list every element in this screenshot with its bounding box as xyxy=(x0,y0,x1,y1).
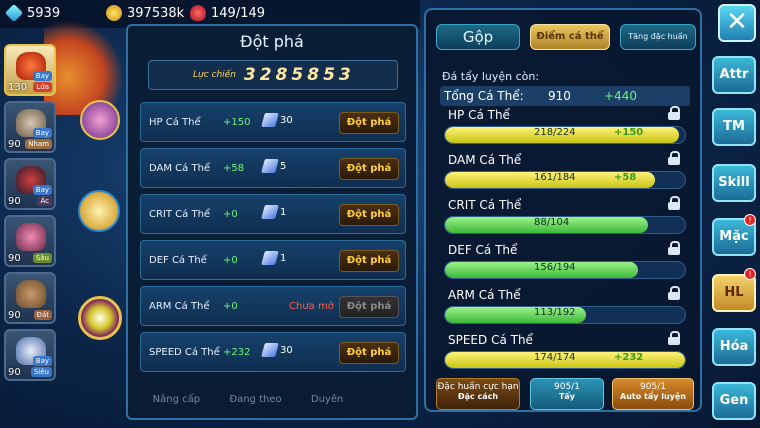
lock-icon[interactable] xyxy=(668,331,680,345)
stat-bar-speed: SPEED Cá Thể 174/174 +232 xyxy=(444,331,690,377)
stone-icon xyxy=(261,343,279,357)
total-individual: Tổng Cá Thể: 910 +440 xyxy=(440,86,690,106)
team-slot-3[interactable]: 90 Bay Ác xyxy=(4,158,56,210)
tab-special-training[interactable]: Tăng đặc huấn xyxy=(620,24,696,50)
lock-bag-icon[interactable] xyxy=(78,190,120,232)
lock-icon[interactable] xyxy=(668,241,680,255)
close-button[interactable]: ✕ xyxy=(718,4,756,42)
refine-button[interactable]: 905/1 Tẩy xyxy=(530,378,604,410)
lock-icon[interactable] xyxy=(668,286,680,300)
tab-following[interactable]: Đang theo xyxy=(229,394,281,405)
breakthrough-button[interactable]: Đột phá xyxy=(339,342,399,364)
breakthrough-button[interactable]: Đột phá xyxy=(339,112,399,134)
medal-icon[interactable] xyxy=(78,296,122,340)
notification-badge: ! xyxy=(744,214,756,226)
team-slot-2[interactable]: 90 Bay Nham xyxy=(4,101,56,153)
lock-icon[interactable] xyxy=(668,196,680,210)
stat-bar-hp: HP Cá Thể 218/224 +150 xyxy=(444,106,690,152)
breakthrough-button[interactable]: Đột phá xyxy=(339,250,399,272)
tab-individual-points[interactable]: Điểm cá thể xyxy=(530,24,610,50)
team-slot-6[interactable]: 90 Bay Siêu xyxy=(4,329,56,381)
breakthrough-button[interactable]: Đột phá xyxy=(339,204,399,226)
team-list: 130 Bay Lửa 90 Bay Nham 90 Bay Ác 90 Sâu… xyxy=(4,44,58,386)
stamina-counter: 149/149 xyxy=(190,5,265,21)
bottom-tabs: Nâng cấp Đang theo Duyên xyxy=(138,394,358,405)
stat-bar-dam: DAM Cá Thể 161/184 +58 xyxy=(444,151,690,197)
auto-refine-button[interactable]: 905/1 Auto tẩy luyện xyxy=(612,378,694,410)
side-attr-button[interactable]: Attr xyxy=(712,56,756,94)
tab-bond[interactable]: Duyên xyxy=(311,394,343,405)
breakthrough-row-def: DEF Cá Thể +0 1 Đột phá xyxy=(140,240,406,280)
breakthrough-button[interactable]: Đột phá xyxy=(339,296,399,318)
gem-counter: 5939 xyxy=(4,3,60,23)
side-skill-button[interactable]: Skill xyxy=(712,164,756,202)
notification-badge: ! xyxy=(744,268,756,280)
breakthrough-row-crit: CRIT Cá Thể +0 1 Đột phá xyxy=(140,194,406,234)
special-training-button[interactable]: Đặc huấn cực hạn Đặc cách xyxy=(436,378,520,410)
panel-title: Đột phá xyxy=(240,32,304,51)
stone-icon xyxy=(261,251,279,265)
side-tm-button[interactable]: TM xyxy=(712,108,756,146)
stat-bar-crit: CRIT Cá Thể 88/104 xyxy=(444,196,690,242)
stones-remaining-label: Đá tẩy luyện còn: xyxy=(442,70,540,83)
breakthrough-button[interactable]: Đột phá xyxy=(339,158,399,180)
potion-icon xyxy=(190,5,206,21)
breakthrough-row-hp: HP Cá Thể +150 30 Đột phá xyxy=(140,102,406,142)
breakthrough-row-speed: SPEED Cá Thể +232 30 Đột phá xyxy=(140,332,406,372)
team-slot-4[interactable]: 90 Sâu xyxy=(4,215,56,267)
side-gen-button[interactable]: Gen xyxy=(712,382,756,420)
combat-power: Lực chiến 3285853 xyxy=(148,60,398,90)
stone-icon xyxy=(261,159,279,173)
stat-bar-arm: ARM Cá Thể 113/192 xyxy=(444,286,690,332)
coin-icon xyxy=(106,5,122,21)
tab-upgrade[interactable]: Nâng cấp xyxy=(153,394,200,405)
team-slot-5[interactable]: 90 Đất xyxy=(4,272,56,324)
skill-orb-icon[interactable] xyxy=(80,100,120,140)
stone-icon xyxy=(261,205,279,219)
breakthrough-row-dam: DAM Cá Thể +58 5 Đột phá xyxy=(140,148,406,188)
individual-stats-panel: Gộp Điểm cá thể Tăng đặc huấn Đá tẩy luy… xyxy=(424,8,702,412)
breakthrough-row-arm: ARM Cá Thể +0 Chưa mở Đột phá xyxy=(140,286,406,326)
side-evolve-button[interactable]: Hóa xyxy=(712,328,756,366)
lock-icon[interactable] xyxy=(668,151,680,165)
not-unlocked-label: Chưa mở xyxy=(289,301,334,312)
coin-counter: 397538k xyxy=(106,5,184,21)
lock-icon[interactable] xyxy=(668,106,680,120)
breakthrough-panel: Đột phá Lực chiến 3285853 HP Cá Thể +150… xyxy=(126,24,418,420)
stone-icon xyxy=(261,113,279,127)
pokemon-portrait-icon xyxy=(16,223,46,251)
stat-bar-def: DEF Cá Thể 156/194 xyxy=(444,241,690,287)
pokemon-portrait-icon xyxy=(16,280,46,308)
gem-icon xyxy=(4,3,24,23)
tab-merge[interactable]: Gộp xyxy=(436,24,520,50)
team-slot-1[interactable]: 130 Bay Lửa xyxy=(4,44,56,96)
